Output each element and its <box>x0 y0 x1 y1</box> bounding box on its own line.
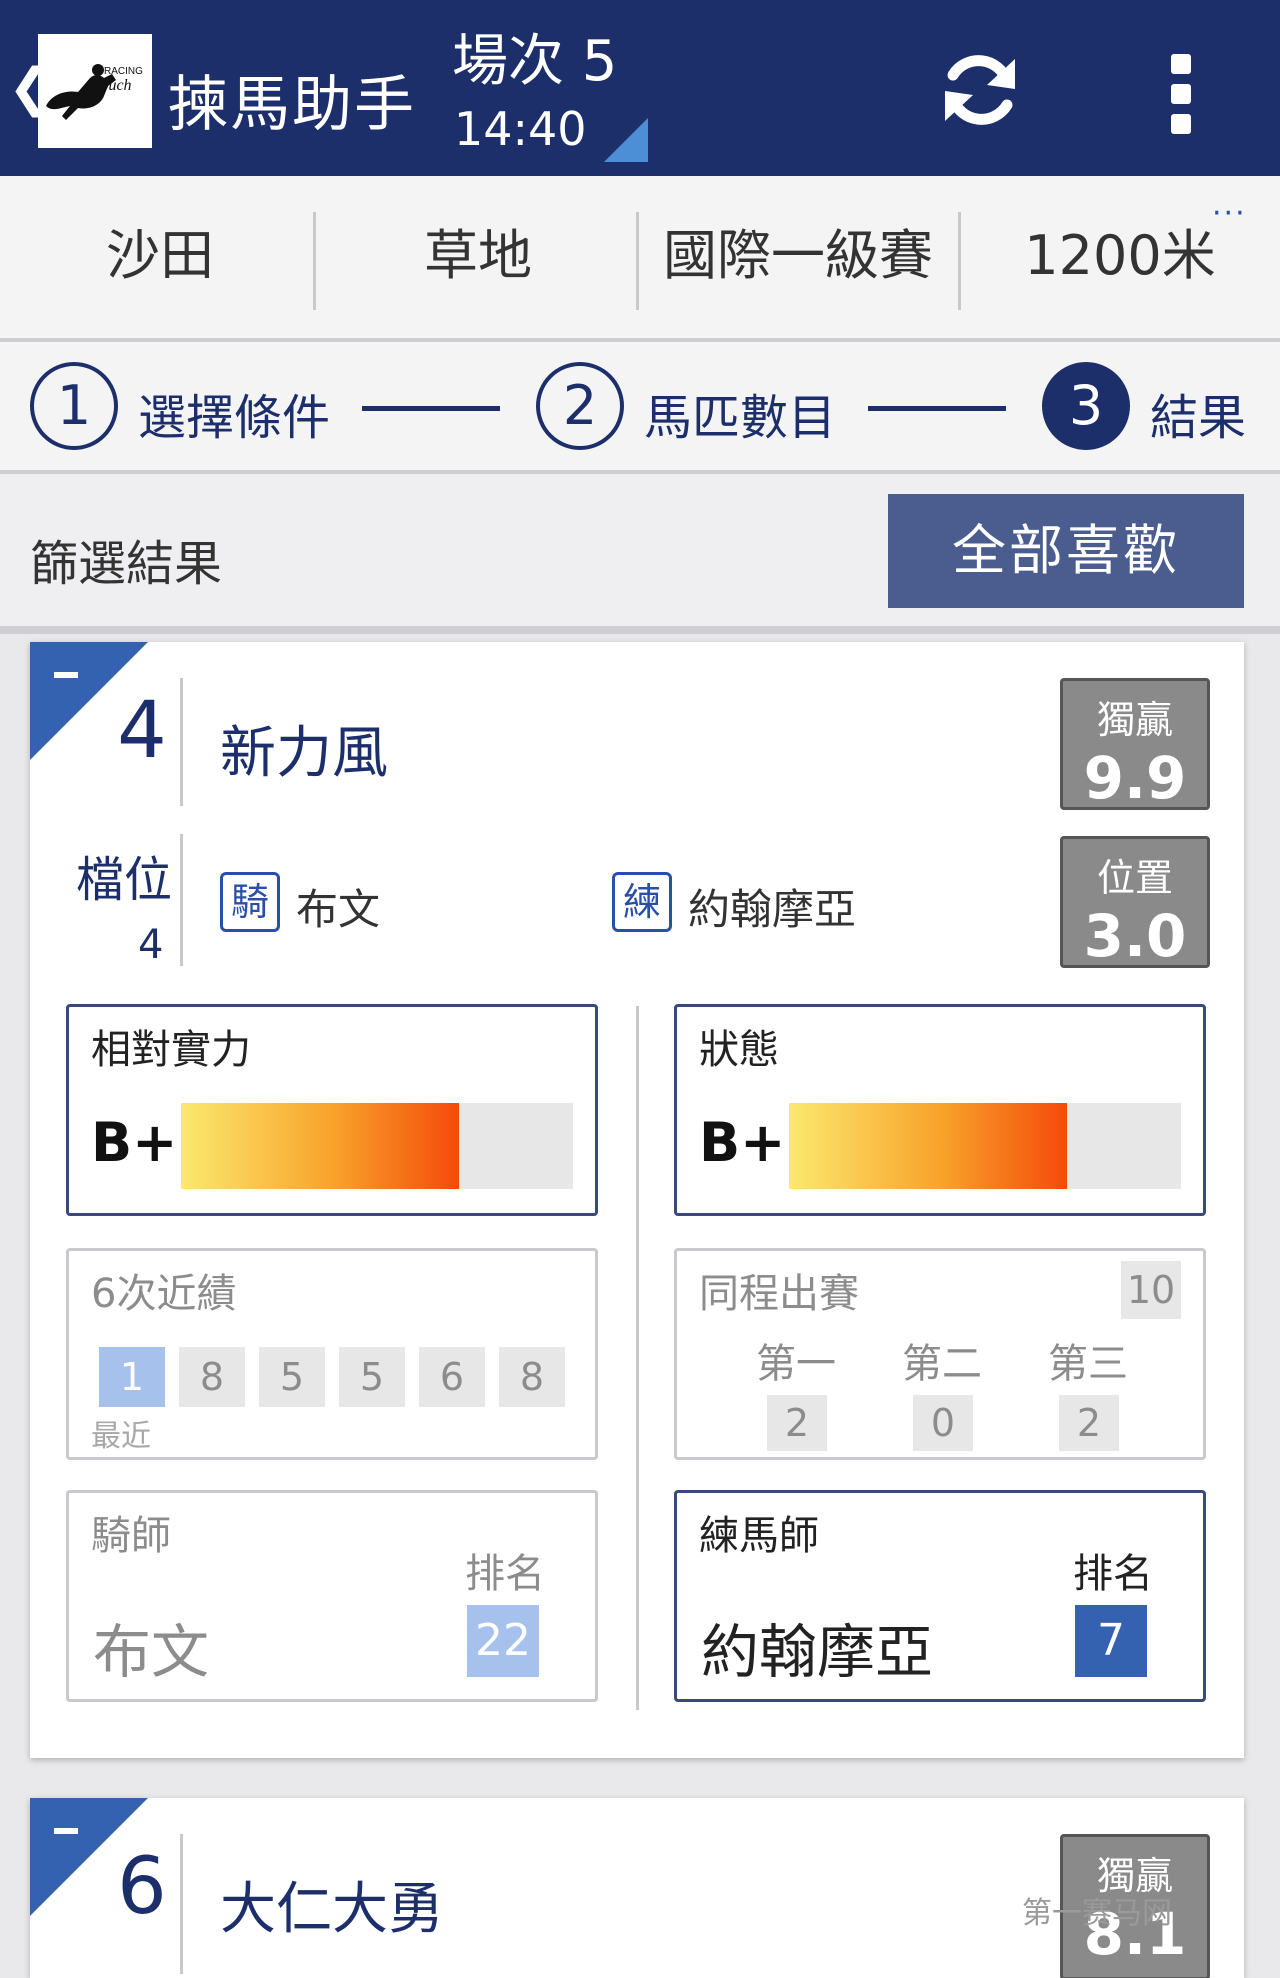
form-bar <box>789 1103 1181 1189</box>
form-grade: B+ <box>699 1111 786 1174</box>
refresh-icon[interactable] <box>935 45 1025 135</box>
recent-result-chip: 8 <box>179 1347 245 1407</box>
svg-text:RACING: RACING <box>104 66 143 77</box>
top-app-bar: ❮ RACING touch 揀馬助手 場次 5 14:40 <box>0 0 1280 176</box>
horse-number: 6 <box>117 1842 167 1932</box>
jockey-name[interactable]: 布文 <box>296 876 380 937</box>
horse-name[interactable]: 大仁大勇 <box>220 1864 444 1945</box>
horse-name[interactable]: 新力風 <box>220 708 388 789</box>
second-place-count: 0 <box>913 1395 973 1451</box>
race-time[interactable]: 14:40 <box>454 102 587 156</box>
svg-text:touch: touch <box>96 77 132 94</box>
trainer-panel-name: 約翰摩亞 <box>701 1618 934 1686</box>
step-connector <box>868 406 1006 411</box>
trainer-name[interactable]: 約翰摩亞 <box>688 876 856 937</box>
form-panel: 狀態 B+ <box>674 1004 1206 1216</box>
strength-bar-fill <box>181 1103 460 1189</box>
step-2-circle[interactable]: 2 <box>536 362 624 450</box>
horse-card: 4 新力風 獨贏 9.9 位置 3.0 檔位 4 騎 布文 練 約翰摩亞 相對實… <box>30 642 1244 1758</box>
divider <box>313 212 316 310</box>
step-2-label[interactable]: 馬匹數目 <box>644 378 836 448</box>
race-dropdown-indicator[interactable] <box>604 118 648 162</box>
step-connector <box>362 406 500 411</box>
trainer-panel[interactable]: 練馬師 排名 約翰摩亞 7 <box>674 1490 1206 1702</box>
third-place-label: 第三 <box>1048 1341 1128 1387</box>
draw-value: 4 <box>138 922 164 968</box>
first-place-label: 第一 <box>756 1341 836 1387</box>
latest-label: 最近 <box>91 1419 151 1454</box>
step-3-label[interactable]: 結果 <box>1150 378 1246 448</box>
watermark: 第一赛马网 <box>1022 1896 1172 1931</box>
jockey-rank: 22 <box>467 1605 539 1677</box>
track-surface: 草地 <box>424 224 532 287</box>
jockey-tag-icon: 騎 <box>220 872 280 932</box>
step-1-circle[interactable]: 1 <box>30 362 118 450</box>
jockey-panel[interactable]: 騎師 排名 布文 22 <box>66 1490 598 1702</box>
divider <box>180 1834 183 1974</box>
draw-label: 檔位 <box>76 852 173 908</box>
trainer-rank: 7 <box>1075 1605 1147 1677</box>
recent-result-chip: 1 <box>99 1347 165 1407</box>
form-bar-fill <box>789 1103 1068 1189</box>
horse-number: 4 <box>117 686 167 776</box>
strength-bar <box>181 1103 573 1189</box>
place-odds-label: 位置 <box>1096 856 1173 900</box>
panel-title: 騎師 <box>91 1513 171 1559</box>
horse-logo-icon: RACING touch <box>46 64 143 120</box>
third-place-count: 2 <box>1059 1395 1119 1451</box>
divider <box>636 1006 639 1710</box>
more-info-icon[interactable]: ··· <box>1212 196 1247 231</box>
like-all-button[interactable]: 全部喜歡 <box>888 494 1244 608</box>
venue: 沙田 <box>106 224 214 287</box>
win-odds-box[interactable]: 獨贏 9.9 <box>1060 678 1210 812</box>
same-distance-panel: 同程出賽 10 第一 2 第二 0 第三 2 <box>674 1248 1206 1460</box>
divider <box>180 834 183 966</box>
first-place-count: 2 <box>767 1395 827 1451</box>
filter-results-title: 篩選結果 <box>30 536 223 592</box>
rank-label: 排名 <box>1073 1551 1153 1597</box>
panel-title: 練馬師 <box>699 1513 819 1559</box>
recent-result-chip: 6 <box>419 1347 485 1407</box>
race-number[interactable]: 場次 5 <box>452 30 617 94</box>
panel-title: 狀態 <box>699 1027 779 1073</box>
race-class: 國際一級賽 <box>663 224 933 287</box>
step-1-label[interactable]: 選擇條件 <box>138 378 330 448</box>
recent-results-panel: 6次近績 1 8 5 5 6 8 最近 <box>66 1248 598 1460</box>
panel-title: 6次近績 <box>91 1271 237 1317</box>
jockey-panel-name: 布文 <box>93 1618 210 1686</box>
strength-grade: B+ <box>91 1111 178 1174</box>
win-odds-value: 9.9 <box>1083 744 1187 812</box>
relative-strength-panel: 相對實力 B+ <box>66 1004 598 1216</box>
recent-result-chip: 8 <box>499 1347 565 1407</box>
place-odds-box[interactable]: 位置 3.0 <box>1060 836 1210 970</box>
step-indicator: 1 選擇條件 2 馬匹數目 3 結果 <box>0 342 1280 474</box>
win-odds-label: 獨贏 <box>1096 698 1173 742</box>
second-place-label: 第二 <box>902 1341 982 1387</box>
place-odds-value: 3.0 <box>1083 902 1187 970</box>
kebab-menu-icon[interactable] <box>1168 54 1194 134</box>
app-title: 揀馬助手 <box>168 70 416 140</box>
step-3-circle[interactable]: 3 <box>1042 362 1130 450</box>
trainer-tag-icon: 練 <box>612 872 672 932</box>
rank-label: 排名 <box>465 1551 545 1597</box>
divider <box>180 678 183 806</box>
starts-count: 10 <box>1121 1261 1181 1319</box>
panel-title: 同程出賽 <box>699 1271 859 1317</box>
minus-icon[interactable] <box>54 1828 78 1834</box>
minus-icon[interactable] <box>54 672 78 678</box>
recent-result-chip: 5 <box>339 1347 405 1407</box>
recent-result-chip: 5 <box>259 1347 325 1407</box>
panel-title: 相對實力 <box>91 1027 251 1073</box>
filter-results-bar: 篩選結果 全部喜歡 <box>0 474 1280 634</box>
racing-touch-logo: RACING touch <box>38 34 152 148</box>
